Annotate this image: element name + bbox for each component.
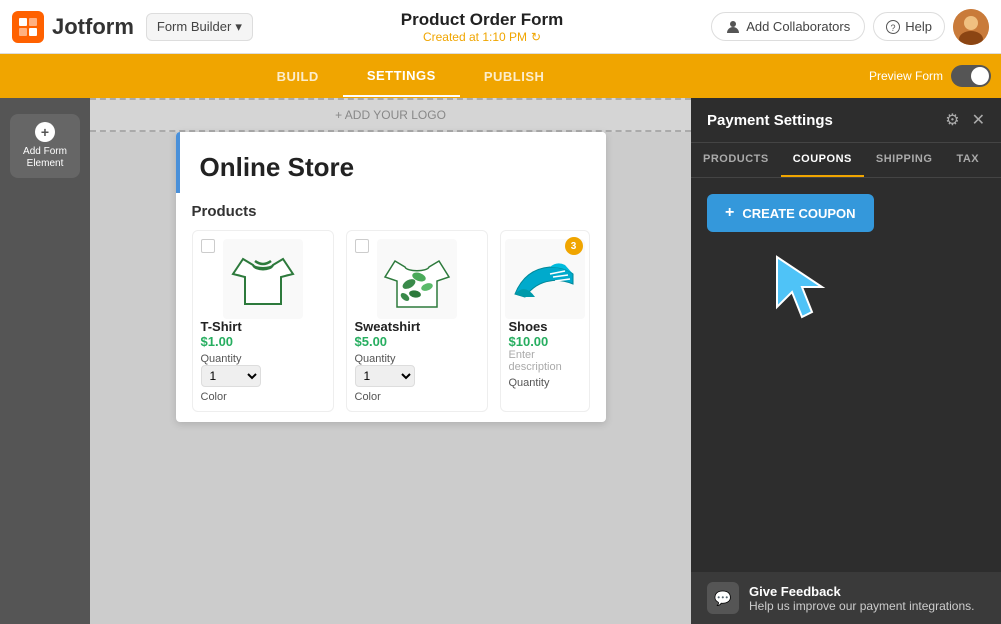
help-button[interactable]: ? Help xyxy=(873,12,945,41)
cursor-arrow-icon xyxy=(767,252,837,322)
tshirt-name: T-Shirt xyxy=(201,319,242,334)
tshirt-image xyxy=(223,239,303,319)
product-card-shoes: 3 S xyxy=(500,230,590,412)
tshirt-qty-label: Quantity xyxy=(201,353,242,365)
sweatshirt-qty-label: Quantity xyxy=(355,353,396,365)
sweatshirt-color-label: Color xyxy=(355,391,381,403)
tab-publish[interactable]: PUBLISH xyxy=(460,57,569,96)
plus-icon: + xyxy=(35,122,55,142)
products-label: Products xyxy=(192,203,590,220)
product-card-sweatshirt: Sweatshirt $5.00 Quantity 1 Color xyxy=(346,230,488,412)
tshirt-price: $1.00 xyxy=(201,334,234,349)
tshirt-color-label: Color xyxy=(201,391,227,403)
tab-invoice[interactable]: INVOICE xyxy=(991,143,1001,177)
shoes-name: Shoes xyxy=(509,319,548,334)
form-title-area: Product Order Form Created at 1:10 PM ↻ xyxy=(265,10,699,44)
tab-tax[interactable]: TAX xyxy=(944,143,991,177)
feedback-text-area: Give Feedback Help us improve our paymen… xyxy=(749,584,974,613)
add-logo-bar[interactable]: + ADD YOUR LOGO xyxy=(90,98,691,132)
canvas-area: + ADD YOUR LOGO Online Store Products xyxy=(90,98,691,624)
preview-toggle[interactable] xyxy=(951,65,991,87)
payment-settings-panel: Payment Settings ⚙ ✕ PRODUCTS COUPONS SH… xyxy=(691,98,1001,624)
tab-settings[interactable]: SETTINGS xyxy=(343,56,460,97)
panel-tabs: PRODUCTS COUPONS SHIPPING TAX INVOICE xyxy=(691,143,1001,178)
close-icon[interactable]: ✕ xyxy=(972,110,985,130)
feedback-title: Give Feedback xyxy=(749,584,974,599)
refresh-icon: ↻ xyxy=(531,30,541,44)
sweatshirt-image xyxy=(377,239,457,319)
svg-text:?: ? xyxy=(891,23,896,33)
sweatshirt-price: $5.00 xyxy=(355,334,388,349)
avatar[interactable] xyxy=(953,9,989,45)
panel-header-icons: ⚙ ✕ xyxy=(945,110,985,130)
add-collaborators-button[interactable]: Add Collaborators xyxy=(711,12,865,41)
tab-nav: BUILD SETTINGS PUBLISH Preview Form xyxy=(0,54,1001,98)
shoes-desc: Enter description xyxy=(509,349,581,373)
create-coupon-label: CREATE COUPON xyxy=(742,206,855,221)
main-area: + Add Form Element + ADD YOUR LOGO Onlin… xyxy=(0,98,1001,624)
form-subtitle: Created at 1:10 PM ↻ xyxy=(265,30,699,44)
tshirt-quantity-select[interactable]: 1 xyxy=(201,365,261,387)
form-builder-label: Form Builder xyxy=(157,19,231,34)
chat-bubble-icon: 💬 xyxy=(707,582,739,614)
shoes-price: $10.00 xyxy=(509,334,549,349)
product-card-tshirt: T-Shirt $1.00 Quantity 1 Color xyxy=(192,230,334,412)
top-nav: Jotform Form Builder ▾ Product Order For… xyxy=(0,0,1001,54)
form-title: Product Order Form xyxy=(265,10,699,30)
tab-shipping[interactable]: SHIPPING xyxy=(864,143,945,177)
logo-area: Jotform xyxy=(12,11,134,43)
panel-content: + CREATE COUPON xyxy=(691,178,1001,624)
settings-gear-icon[interactable]: ⚙ xyxy=(945,110,959,130)
jotform-logo-icon xyxy=(12,11,44,43)
logo-text: Jotform xyxy=(52,14,134,40)
tab-coupons[interactable]: COUPONS xyxy=(781,143,864,177)
person-icon xyxy=(726,20,740,34)
panel-title: Payment Settings xyxy=(707,112,833,129)
feedback-bar: 💬 Give Feedback Help us improve our paym… xyxy=(691,572,1001,624)
tab-products[interactable]: PRODUCTS xyxy=(691,143,781,177)
preview-label: Preview Form xyxy=(869,69,943,83)
avatar-image xyxy=(953,9,989,45)
products-grid: T-Shirt $1.00 Quantity 1 Color xyxy=(192,230,590,412)
left-sidebar: + Add Form Element xyxy=(0,98,90,624)
shoes-qty-label: Quantity xyxy=(509,377,550,389)
form-builder-button[interactable]: Form Builder ▾ xyxy=(146,13,253,41)
sweatshirt-quantity-select[interactable]: 1 xyxy=(355,365,415,387)
preview-area: Preview Form xyxy=(869,65,991,87)
canvas-wrapper: Online Store Products xyxy=(90,132,691,422)
tab-build[interactable]: BUILD xyxy=(253,57,343,96)
sweatshirt-name: Sweatshirt xyxy=(355,319,421,334)
form-card: Online Store Products xyxy=(176,132,606,422)
create-coupon-plus-icon: + xyxy=(725,204,734,222)
right-nav: Add Collaborators ? Help xyxy=(711,9,989,45)
tshirt-checkbox[interactable] xyxy=(201,239,215,253)
create-coupon-button[interactable]: + CREATE COUPON xyxy=(707,194,874,232)
form-card-header: Online Store xyxy=(176,132,606,193)
feedback-description: Help us improve our payment integrations… xyxy=(749,599,974,613)
shoes-badge: 3 xyxy=(565,237,583,255)
add-element-label: Add Form Element xyxy=(20,146,70,170)
panel-header: Payment Settings ⚙ ✕ xyxy=(691,98,1001,143)
store-title: Online Store xyxy=(200,152,586,183)
add-form-element-button[interactable]: + Add Form Element xyxy=(10,114,80,178)
question-icon: ? xyxy=(886,20,900,34)
cursor-area xyxy=(767,252,985,327)
products-section: Products xyxy=(176,193,606,422)
sweatshirt-checkbox[interactable] xyxy=(355,239,369,253)
chevron-down-icon: ▾ xyxy=(235,19,242,35)
